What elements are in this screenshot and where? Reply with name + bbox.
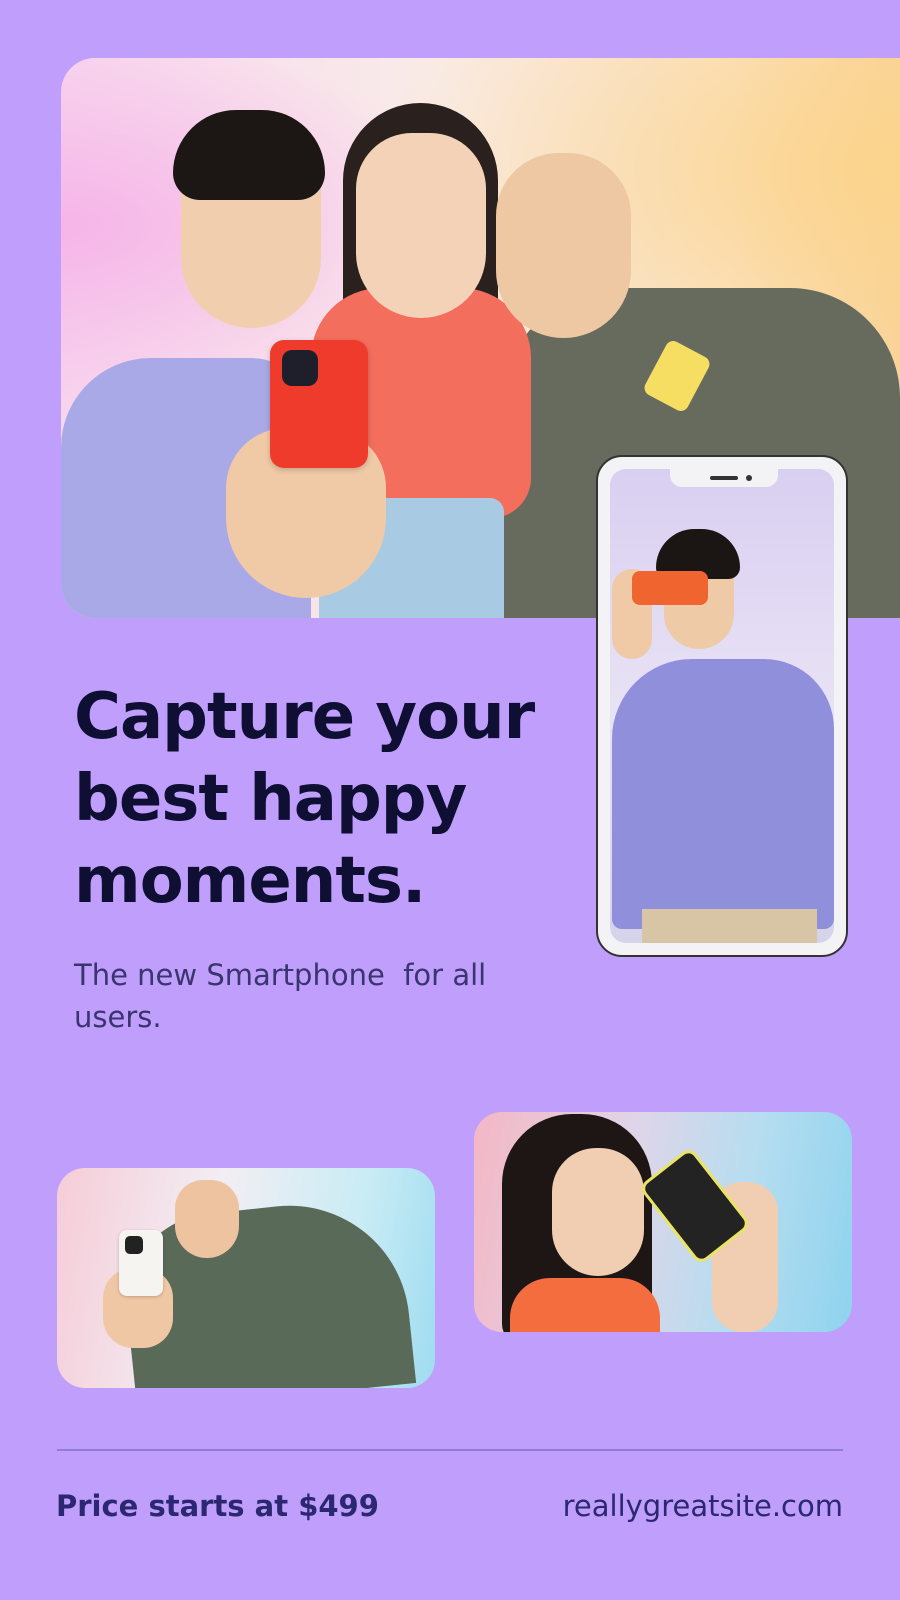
price-text: Price starts at $499 <box>56 1489 379 1523</box>
orange-top-shape <box>510 1278 660 1332</box>
woman-face-shape <box>356 133 486 318</box>
headline: Capture your best happy moments. <box>74 676 574 922</box>
man-left-hair-shape <box>173 110 325 200</box>
phone-mockup <box>596 455 848 957</box>
face-shape <box>552 1148 644 1276</box>
speaker-icon <box>710 476 738 480</box>
man-with-phone-photo <box>57 1168 435 1388</box>
subheading: The new Smartphone for all users. <box>74 954 544 1038</box>
headline-line-3: moments. <box>74 844 426 918</box>
headline-line-2: best happy <box>74 762 467 836</box>
man-sweater-shape <box>612 659 834 929</box>
woman-with-phone-photo <box>474 1112 852 1332</box>
subheading-line-2: users. <box>74 1000 162 1034</box>
camera-icon <box>282 350 318 386</box>
phone-mockup-screen <box>610 469 834 943</box>
man-pants-shape <box>642 909 817 943</box>
footer-divider <box>57 1449 843 1451</box>
orange-phone-icon <box>632 571 708 605</box>
phone-notch <box>670 469 778 487</box>
face-shape <box>175 1180 239 1258</box>
front-camera-icon <box>746 475 752 481</box>
subheading-line-1: The new Smartphone for all <box>74 958 487 992</box>
poster: Capture your best happy moments. The new… <box>0 0 900 1600</box>
camera-icon <box>125 1236 143 1254</box>
headline-line-1: Capture your <box>74 680 535 754</box>
man-right-face-shape <box>496 153 631 338</box>
website-link[interactable]: reallygreatsite.com <box>563 1486 843 1526</box>
